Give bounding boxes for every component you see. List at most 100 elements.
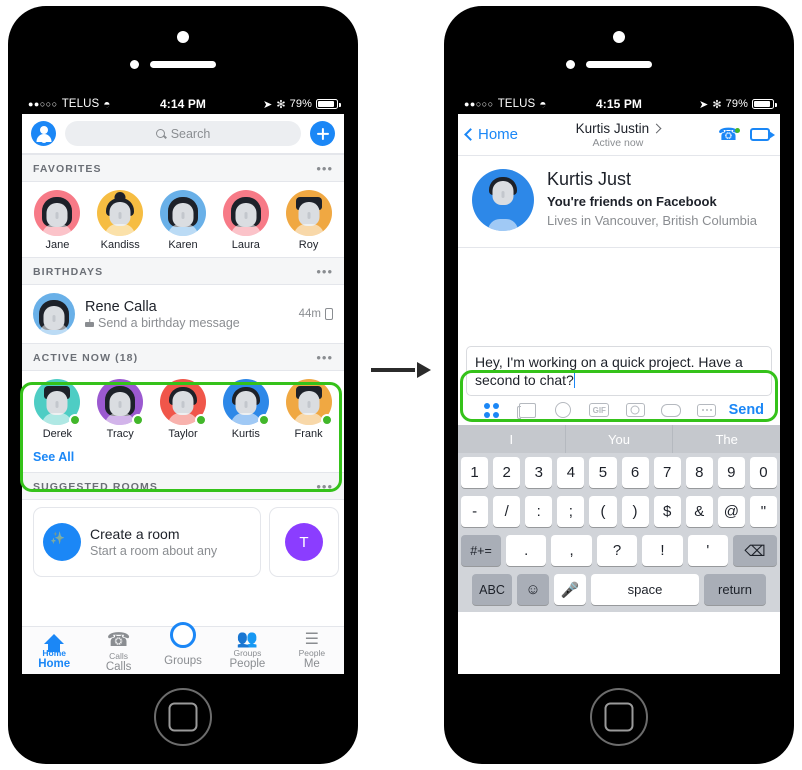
- symbols-toggle-key[interactable]: #+=: [460, 535, 501, 566]
- wifi-icon: ◓: [539, 97, 547, 111]
- earpiece-speaker: [150, 61, 216, 68]
- create-room-card[interactable]: Create a room Start a room about any: [33, 507, 261, 577]
- active-contact-name: Derek: [42, 428, 73, 440]
- message-input[interactable]: Hey, I'm working on a quick project. Hav…: [466, 346, 772, 396]
- section-menu-icon[interactable]: •••: [316, 351, 333, 364]
- key[interactable]: ): [621, 496, 649, 527]
- section-menu-icon[interactable]: •••: [316, 480, 333, 493]
- chevron-left-icon: [464, 128, 477, 141]
- home-button[interactable]: [590, 688, 648, 746]
- section-header-favorites: FAVORITES •••: [22, 154, 344, 182]
- abc-key[interactable]: ABC: [472, 574, 512, 605]
- key[interactable]: 1: [461, 457, 489, 488]
- back-button[interactable]: Home: [464, 126, 518, 143]
- status-bar: ●●○○○ TELUS ◓ 4:15 PM ➤ ✻ 79%: [458, 94, 780, 114]
- key[interactable]: ?: [596, 535, 638, 566]
- microphone-icon[interactable]: 🎤: [554, 574, 586, 605]
- phone-call-icon[interactable]: ☎: [718, 126, 740, 143]
- space-key[interactable]: space: [591, 574, 699, 605]
- key[interactable]: ': [687, 535, 729, 566]
- key[interactable]: ,: [551, 535, 592, 566]
- tab-home[interactable]: Home Home: [22, 626, 86, 674]
- apps-grid-icon[interactable]: [474, 402, 510, 418]
- key[interactable]: 6: [621, 457, 649, 488]
- key[interactable]: &: [685, 496, 713, 527]
- new-message-button[interactable]: [310, 121, 335, 146]
- more-icon[interactable]: [689, 403, 725, 417]
- sticker-smiley-icon[interactable]: [546, 402, 582, 418]
- create-room-subtitle: Start a room about any: [90, 544, 218, 558]
- key[interactable]: .: [505, 535, 547, 566]
- key[interactable]: !: [642, 535, 683, 566]
- tab-me[interactable]: ☰ People Me: [280, 626, 344, 674]
- camera-icon[interactable]: [617, 403, 653, 417]
- tab-label: Me: [303, 658, 320, 670]
- profile-avatar[interactable]: [31, 121, 56, 146]
- right-phone-device: ●●○○○ TELUS ◓ 4:15 PM ➤ ✻ 79% Home Kurti…: [444, 6, 794, 764]
- tab-groups[interactable]: Groups: [151, 622, 215, 674]
- section-menu-icon[interactable]: •••: [316, 162, 333, 175]
- key[interactable]: (: [589, 496, 617, 527]
- key[interactable]: 2: [493, 457, 521, 488]
- return-key[interactable]: return: [704, 574, 766, 605]
- chat-nav-bar: Home Kurtis Justin Active now ☎: [458, 114, 780, 156]
- active-contact-item[interactable]: Tracy: [89, 379, 152, 440]
- keyboard-row-punctuation: #+= . , ? ! ' ⌫: [458, 531, 780, 570]
- key[interactable]: :: [525, 496, 553, 527]
- active-contact-item[interactable]: Kurtis: [214, 379, 277, 440]
- key[interactable]: 9: [717, 457, 745, 488]
- key[interactable]: 3: [525, 457, 553, 488]
- people-icon: 👥: [236, 629, 258, 648]
- key[interactable]: /: [493, 496, 521, 527]
- favorite-item[interactable]: Kandiss: [89, 190, 152, 251]
- prediction-item[interactable]: You: [566, 425, 674, 453]
- chat-title-group[interactable]: Kurtis Justin Active now: [518, 121, 718, 149]
- key[interactable]: ;: [557, 496, 585, 527]
- prediction-item[interactable]: I: [458, 425, 566, 453]
- gif-icon[interactable]: GIF: [581, 403, 617, 417]
- birthday-row[interactable]: Rene Calla Send a birthday message 44m: [22, 285, 344, 343]
- tab-people[interactable]: 👥 Groups People: [215, 626, 279, 674]
- home-button[interactable]: [154, 688, 212, 746]
- send-button[interactable]: Send: [725, 402, 764, 418]
- tab-calls[interactable]: ☎ Calls Calls: [86, 626, 150, 674]
- keyboard-row-bottom: ABC ☺ 🎤 space return: [458, 570, 780, 609]
- key[interactable]: 4: [557, 457, 585, 488]
- active-contact-item[interactable]: Taylor: [152, 379, 215, 440]
- flow-arrow-icon: [371, 362, 431, 378]
- clock-label: 4:15 PM: [595, 97, 643, 111]
- games-icon[interactable]: [653, 403, 689, 417]
- emoji-icon[interactable]: ☺: [517, 574, 549, 605]
- video-camera-icon[interactable]: [750, 128, 775, 141]
- favorite-item[interactable]: Laura: [214, 190, 277, 251]
- search-input[interactable]: Search: [65, 121, 301, 146]
- room-card-secondary[interactable]: T: [269, 507, 339, 577]
- chat-contact-name: Kurtis Justin: [575, 120, 650, 136]
- section-menu-icon[interactable]: •••: [316, 265, 333, 278]
- front-camera-icon: [613, 31, 625, 43]
- key[interactable]: @: [717, 496, 745, 527]
- key[interactable]: 5: [589, 457, 617, 488]
- messenger-top-bar: Search: [22, 114, 344, 154]
- key[interactable]: ": [749, 496, 777, 527]
- key[interactable]: 7: [653, 457, 681, 488]
- profile-location: Lives in Vancouver, British Columbia: [547, 213, 758, 228]
- key[interactable]: $: [653, 496, 681, 527]
- favorite-item[interactable]: Roy: [277, 190, 340, 251]
- key[interactable]: 0: [749, 457, 777, 488]
- key[interactable]: 8: [685, 457, 713, 488]
- see-all-link[interactable]: See All: [22, 446, 344, 472]
- favorite-item[interactable]: Karen: [152, 190, 215, 251]
- photos-icon[interactable]: [510, 402, 546, 419]
- tab-label-small: People: [298, 648, 326, 658]
- composer-toolbar: GIF Send: [466, 396, 772, 425]
- online-status-dot: [69, 414, 82, 426]
- favorite-item[interactable]: Jane: [26, 190, 89, 251]
- delete-icon[interactable]: ⌫: [733, 535, 778, 566]
- prediction-item[interactable]: The: [673, 425, 780, 453]
- birthday-time-label: 44m: [298, 308, 321, 320]
- key[interactable]: -: [461, 496, 489, 527]
- carrier-label: TELUS: [61, 98, 100, 110]
- active-contact-item[interactable]: Derek: [26, 379, 89, 440]
- active-contact-item[interactable]: Frank: [277, 379, 340, 440]
